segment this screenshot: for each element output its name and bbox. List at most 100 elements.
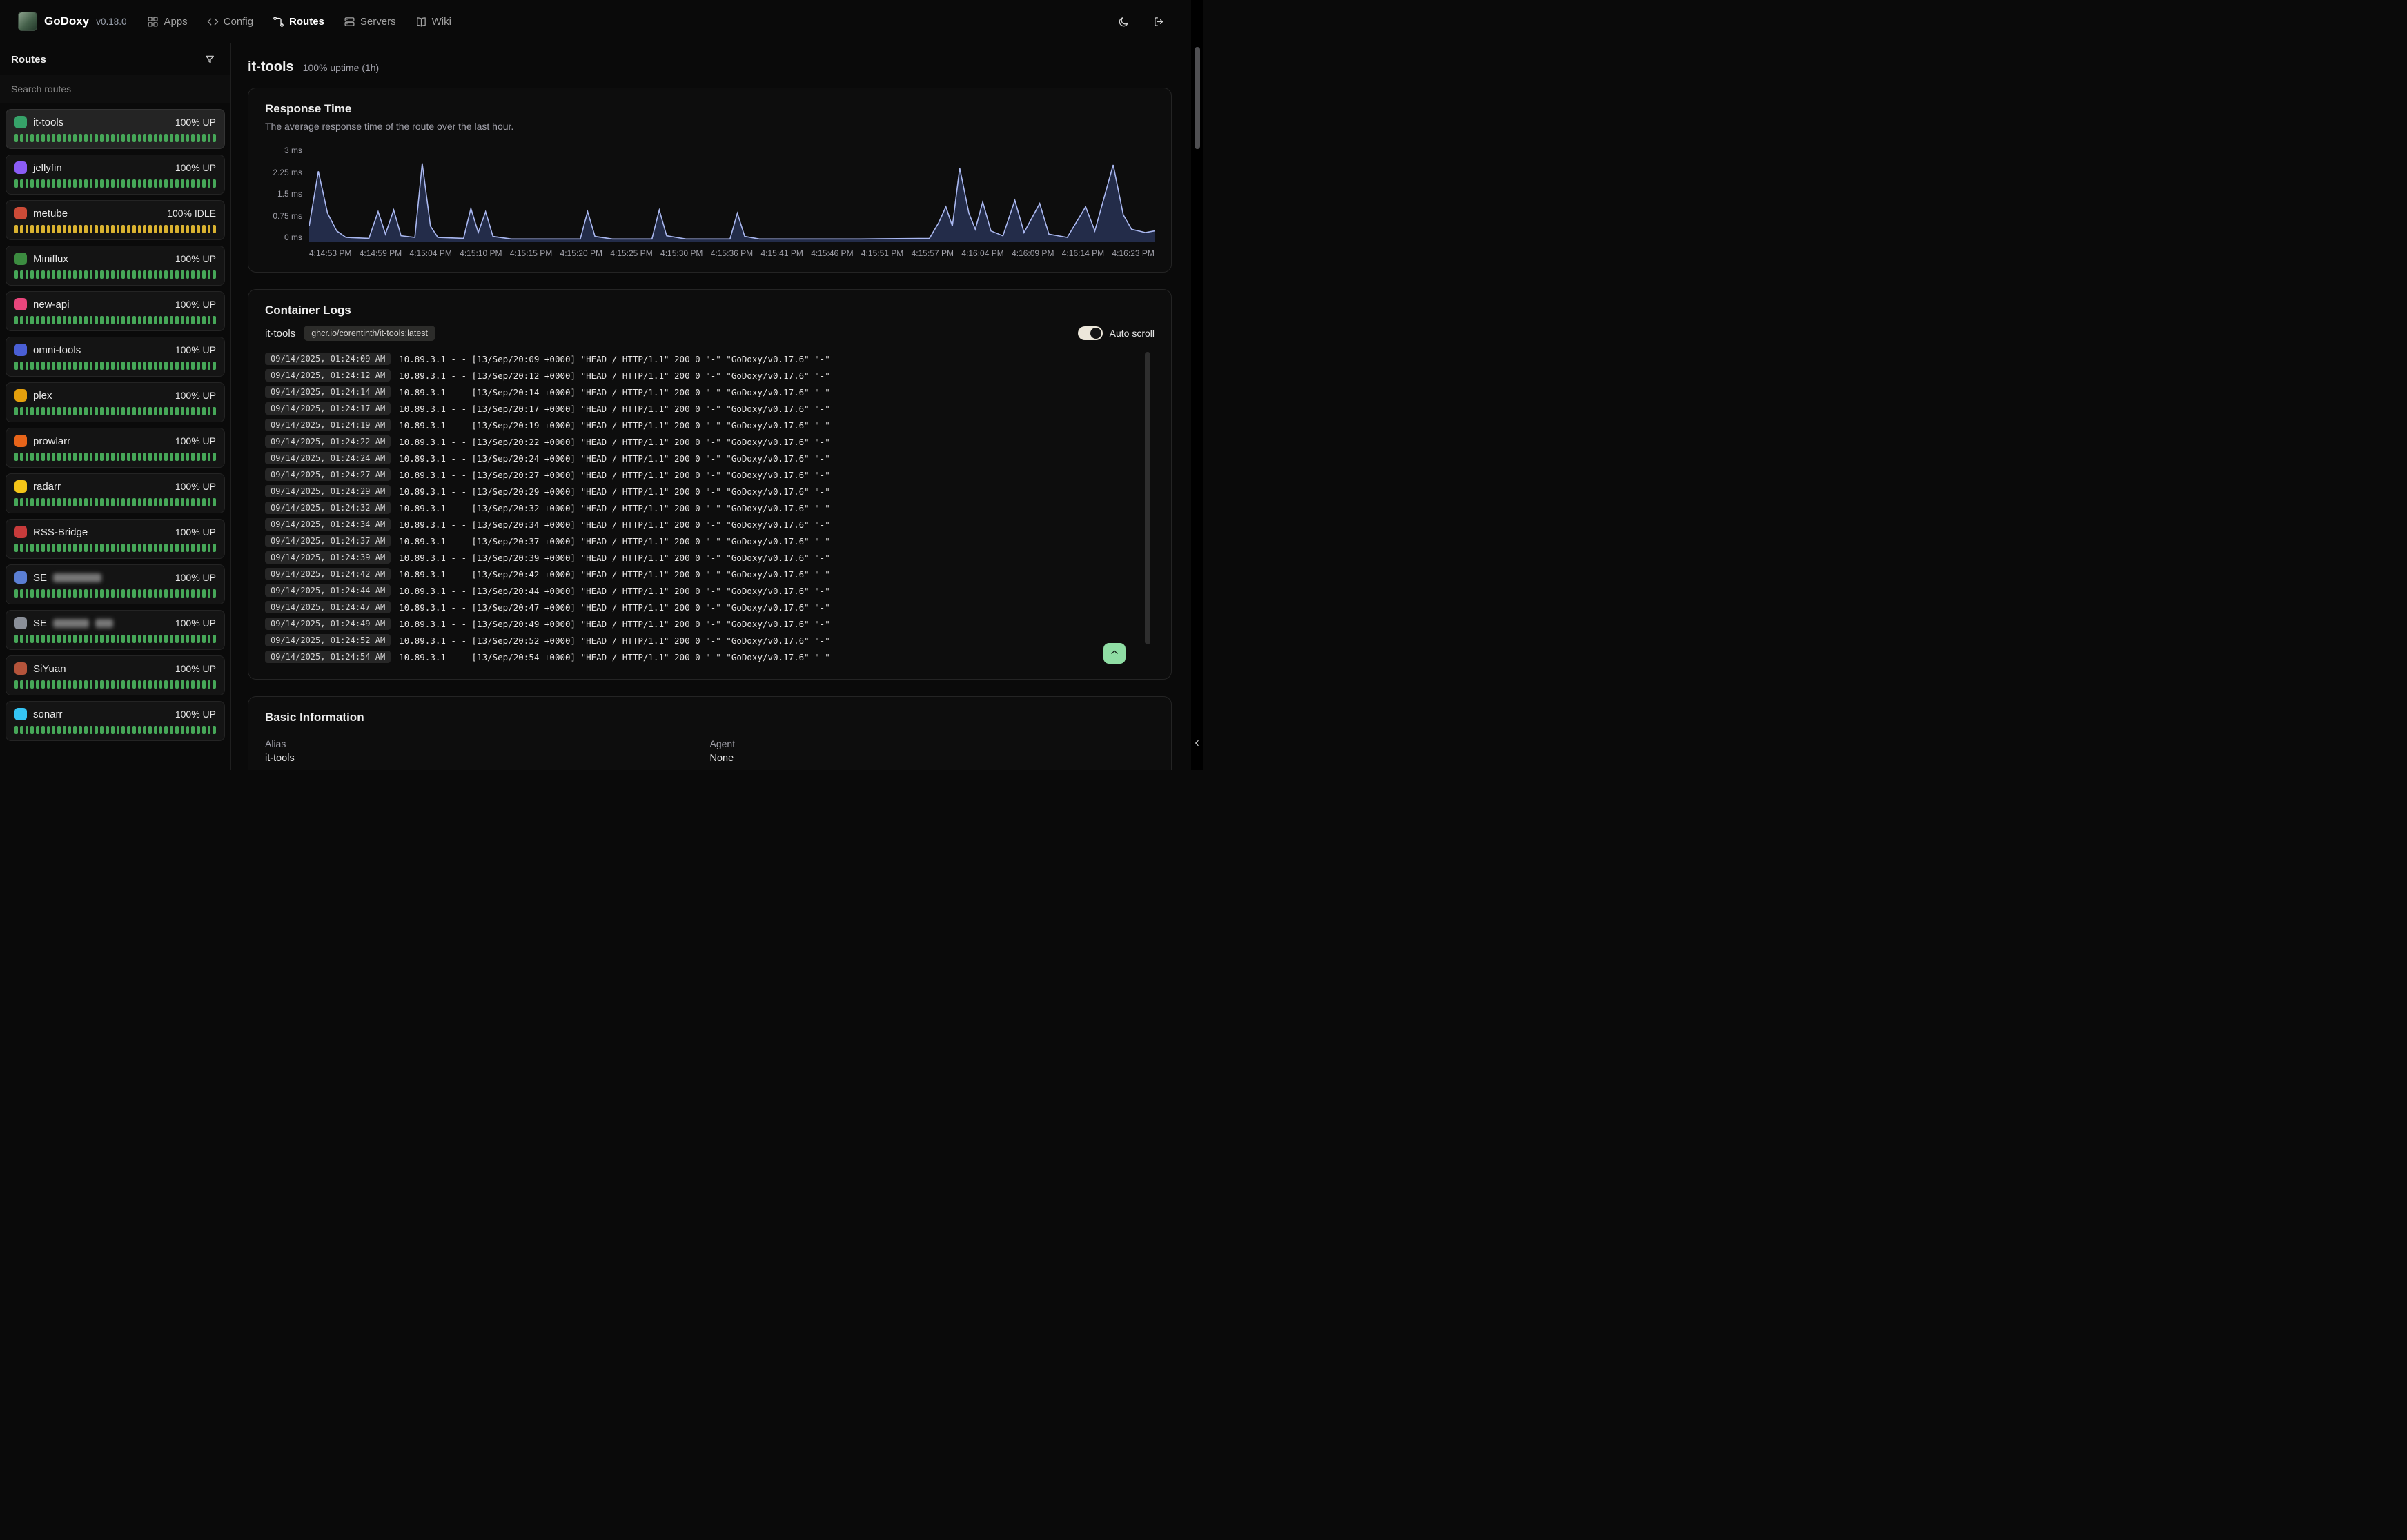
x-tick-label: 4:15:25 PM xyxy=(610,248,652,258)
nav-item-wiki[interactable]: Wiki xyxy=(415,13,451,30)
route-favicon xyxy=(14,253,27,265)
nav-item-apps[interactable]: Apps xyxy=(147,13,187,30)
nav-item-servers[interactable]: Servers xyxy=(344,13,396,30)
log-timestamp: 09/14/2025, 01:24:12 AM xyxy=(265,369,391,382)
route-item-jellyfin[interactable]: jellyfin100% UP xyxy=(6,155,225,195)
info-field-agent: Agent None xyxy=(710,738,1155,764)
brand: GoDoxy v0.18.0 xyxy=(18,12,126,31)
routes-icon xyxy=(273,16,284,28)
log-row: 09/14/2025, 01:24:22 AM10.89.3.1 - - [13… xyxy=(265,433,1137,450)
logout-button[interactable] xyxy=(1152,14,1166,29)
logs-scrollbar[interactable] xyxy=(1145,352,1150,644)
route-item-rss-bridge[interactable]: RSS-Bridge100% UP xyxy=(6,519,225,559)
route-item-sonarr[interactable]: sonarr100% UP xyxy=(6,701,225,741)
x-tick-label: 4:14:53 PM xyxy=(309,248,351,258)
nav-item-config[interactable]: Config xyxy=(207,13,253,30)
log-timestamp: 09/14/2025, 01:24:52 AM xyxy=(265,634,391,646)
log-timestamp: 09/14/2025, 01:24:47 AM xyxy=(265,601,391,613)
route-status: 100% UP xyxy=(175,117,216,128)
route-status: 100% UP xyxy=(175,481,216,492)
card-title: Container Logs xyxy=(265,304,1155,317)
log-row: 09/14/2025, 01:24:29 AM10.89.3.1 - - [13… xyxy=(265,483,1137,500)
autoscroll-control: Auto scroll xyxy=(1078,326,1155,340)
route-favicon xyxy=(14,662,27,675)
log-message: 10.89.3.1 - - [13/Sep/20:44 +0000] "HEAD… xyxy=(399,586,830,596)
theme-toggle-button[interactable] xyxy=(1117,14,1131,29)
x-tick-label: 4:15:15 PM xyxy=(510,248,552,258)
log-message: 10.89.3.1 - - [13/Sep/20:37 +0000] "HEAD… xyxy=(399,536,830,546)
scroll-to-top-button[interactable] xyxy=(1103,643,1126,664)
log-row: 09/14/2025, 01:24:47 AM 10.89.3.1 - - [13… xyxy=(265,599,1137,615)
nav-item-routes[interactable]: Routes xyxy=(273,13,324,30)
auto-scroll-toggle[interactable] xyxy=(1078,326,1103,340)
log-message: 10.89.3.1 - - [13/Sep/20:22 +0000] "HEAD… xyxy=(399,437,830,447)
logs-route-name: it-tools xyxy=(265,328,295,339)
log-timestamp: 09/14/2025, 01:24:27 AM xyxy=(265,468,391,481)
log-row: 09/14/2025, 01:24:34 AM10.89.3.1 - - [13… xyxy=(265,516,1137,533)
log-timestamp: 09/14/2025, 01:24:34 AM xyxy=(265,518,391,531)
chart-plot-area xyxy=(309,146,1155,242)
route-item-siyuan[interactable]: SiYuan100% UP xyxy=(6,655,225,695)
page-title: it-tools xyxy=(248,59,294,75)
log-timestamp: 09/14/2025, 01:24:54 AM xyxy=(265,651,391,663)
log-timestamp: 09/14/2025, 01:24:37 AM xyxy=(265,535,391,547)
log-message: 10.89.3.1 - - [13/Sep/20:19 +0000] "HEAD… xyxy=(399,420,830,431)
route-status: 100% UP xyxy=(175,299,216,310)
log-message: 10.89.3.1 - - [13/Sep/20:39 +0000] "HEAD… xyxy=(399,553,830,563)
y-tick-label: 0 ms xyxy=(284,233,302,242)
route-name: plex xyxy=(33,390,52,402)
routes-sidebar: Routes it-tools100% UPjellyfin100% UPmet… xyxy=(0,43,231,770)
info-field-alias: Alias it-tools xyxy=(265,738,710,764)
navbar: GoDoxy v0.18.0 Apps Config Routes Servers Wi… xyxy=(0,0,1204,43)
card-subtitle: The average response time of the route o… xyxy=(265,121,1155,132)
route-favicon xyxy=(14,708,27,720)
x-tick-label: 4:14:59 PM xyxy=(360,248,402,258)
x-tick-label: 4:15:10 PM xyxy=(460,248,502,258)
log-message: 10.89.3.1 - - [13/Sep/20:47 +0000] "HEAD… xyxy=(399,602,830,613)
response-time-card: Response Time The average response time … xyxy=(248,88,1172,273)
redacted-name-block xyxy=(53,573,101,582)
drawer-expand-button[interactable] xyxy=(1191,730,1204,758)
nav-item-label: Wiki xyxy=(432,16,451,28)
log-row: 09/14/2025, 01:24:17 AM10.89.3.1 - - [13… xyxy=(265,400,1137,417)
route-item-omni-tools[interactable]: omni-tools100% UP xyxy=(6,337,225,377)
log-row: 09/14/2025, 01:24:12 AM10.89.3.1 - - [13… xyxy=(265,367,1137,384)
page-scrollbar-thumb[interactable] xyxy=(1195,47,1200,149)
x-tick-label: 4:16:04 PM xyxy=(961,248,1003,258)
nav-right xyxy=(1117,14,1186,29)
route-health-bars xyxy=(14,453,216,461)
info-label: Agent xyxy=(710,738,1155,749)
x-tick-label: 4:16:14 PM xyxy=(1062,248,1104,258)
route-favicon xyxy=(14,298,27,310)
route-health-bars xyxy=(14,134,216,142)
log-timestamp: 09/14/2025, 01:24:19 AM xyxy=(265,419,391,431)
filter-button[interactable] xyxy=(200,53,219,66)
search-input[interactable] xyxy=(0,75,230,103)
route-item-se-11[interactable]: SE100% UP xyxy=(6,610,225,650)
card-title: Response Time xyxy=(265,102,1155,116)
log-row: 09/14/2025, 01:24:09 AM10.89.3.1 - - [13… xyxy=(265,351,1137,367)
log-message: 10.89.3.1 - - [13/Sep/20:14 +0000] "HEAD… xyxy=(399,387,830,397)
route-name: jellyfin xyxy=(33,162,62,174)
route-status: 100% UP xyxy=(175,709,216,720)
right-edge-strip xyxy=(1191,0,1204,770)
route-item-new-api[interactable]: new-api100% UP xyxy=(6,291,225,331)
route-item-se-10[interactable]: SE100% UP xyxy=(6,564,225,604)
route-item-miniflux[interactable]: Miniflux100% UP xyxy=(6,246,225,286)
route-item-plex[interactable]: plex100% UP xyxy=(6,382,225,422)
route-item-radarr[interactable]: radarr100% UP xyxy=(6,473,225,513)
route-item-prowlarr[interactable]: prowlarr100% UP xyxy=(6,428,225,468)
autoscroll-label: Auto scroll xyxy=(1110,328,1155,339)
x-tick-label: 4:15:30 PM xyxy=(660,248,703,258)
log-timestamp: 09/14/2025, 01:24:32 AM xyxy=(265,502,391,514)
route-item-metube[interactable]: metube100% IDLE xyxy=(6,200,225,240)
app-name: GoDoxy xyxy=(44,14,89,28)
route-name: omni-tools xyxy=(33,344,81,356)
route-status: 100% UP xyxy=(175,618,216,629)
app-version: v0.18.0 xyxy=(96,17,126,27)
info-label: Alias xyxy=(265,738,710,749)
route-favicon xyxy=(14,344,27,356)
info-value: None xyxy=(710,753,1155,764)
route-item-it-tools[interactable]: it-tools100% UP xyxy=(6,109,225,149)
route-favicon xyxy=(14,116,27,128)
